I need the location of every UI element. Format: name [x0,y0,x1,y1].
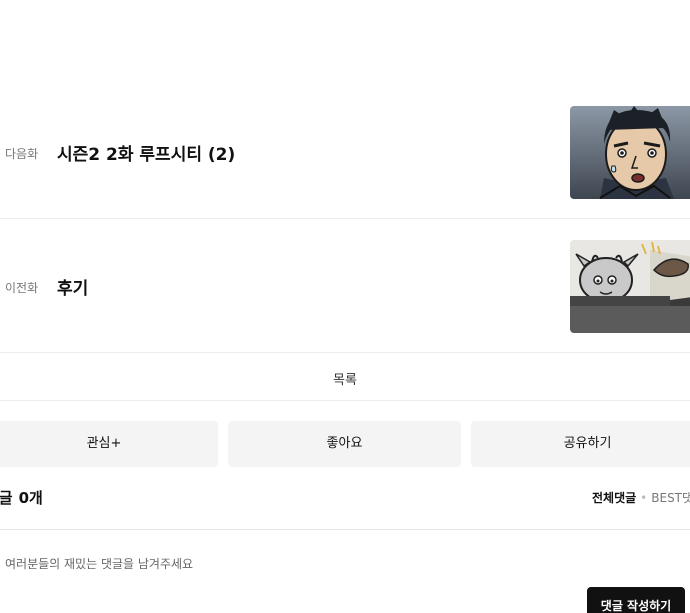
prev-episode-row[interactable]: 이전화 후기 [0,220,690,353]
sort-separator: • [640,491,648,505]
comment-count: 0개 [18,489,43,507]
comment-placeholder: 여러분들의 재밌는 댓글을 남겨주세요 [5,557,194,571]
manga-cow-image [570,240,690,333]
sort-best-comments-tab[interactable]: BEST댓글 [651,491,690,505]
like-button[interactable]: 좋아요 [228,421,461,467]
comment-count-heading: 댓글 0개 [0,487,43,508]
list-link[interactable]: 목록 [333,369,357,388]
comment-input[interactable]: 여러분들의 재밌는 댓글을 남겨주세요 [0,530,690,580]
write-comment-button[interactable]: 댓글 작성하기 [587,587,685,613]
interest-button[interactable]: 관심+ [0,421,218,467]
manga-face-image [570,106,690,199]
next-episode-row[interactable]: 다음화 시즌2 2화 루프시티 (2) [0,86,690,219]
prev-episode-thumbnail[interactable] [570,240,690,333]
list-link-row: 목록 [0,354,690,401]
share-button[interactable]: 공유하기 [471,421,690,467]
next-episode-thumbnail[interactable] [570,106,690,199]
comment-sort-tabs: 전체댓글 •BEST댓글 [592,489,690,506]
prev-episode-title[interactable]: 후기 [57,274,88,299]
next-episode-title[interactable]: 시즌2 2화 루프시티 (2) [57,140,235,165]
prev-episode-label: 이전화 [5,281,39,295]
sort-all-comments-tab[interactable]: 전체댓글 [592,491,636,505]
comment-title: 댓글 [0,489,13,507]
next-episode-label: 다음화 [5,147,39,161]
